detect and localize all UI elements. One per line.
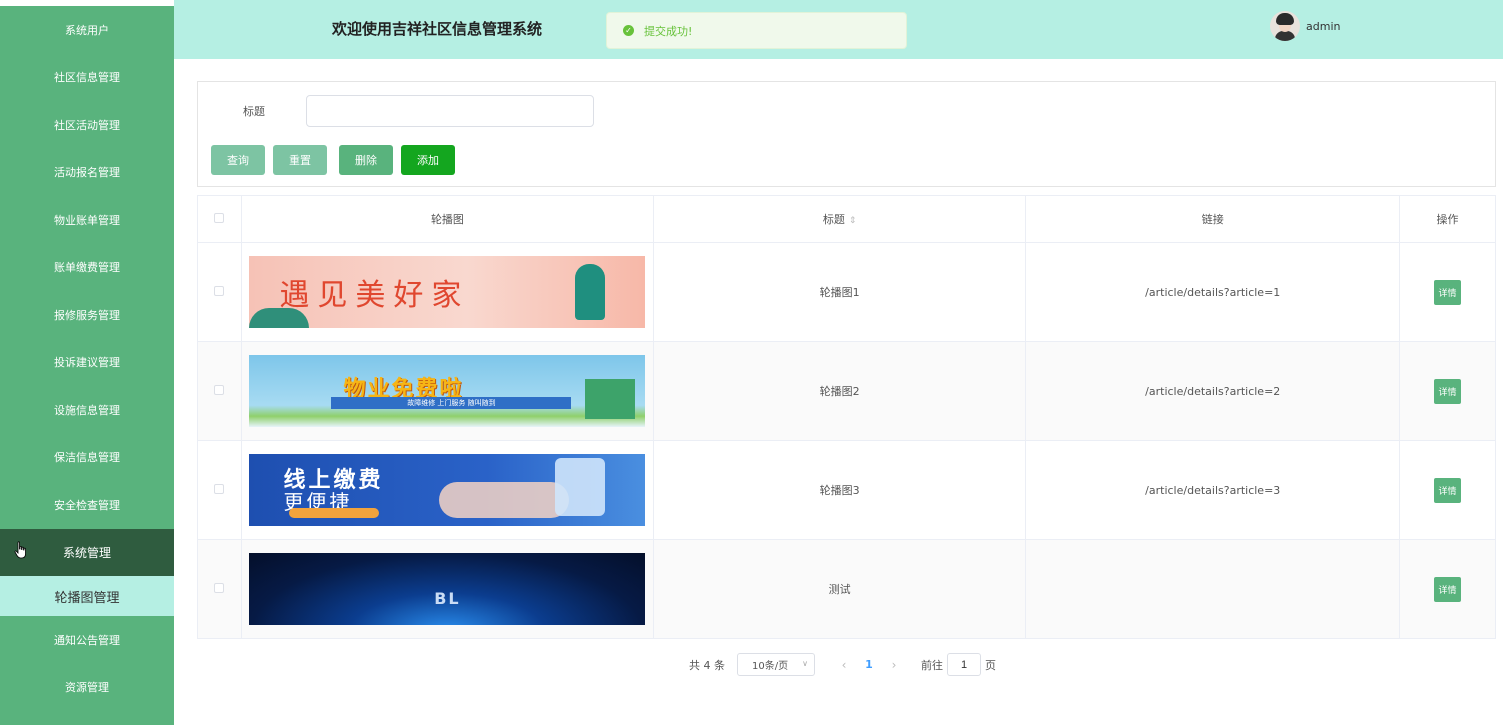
sidebar-item-facility[interactable]: 设施信息管理	[0, 386, 174, 434]
table-row: 线上缴费 更便捷 轮播图3 /article/details?article=3…	[197, 440, 1496, 540]
sidebar-item-bill-payment[interactable]: 账单缴费管理	[0, 244, 174, 292]
select-all-cell	[197, 195, 242, 243]
username: admin	[1306, 19, 1341, 33]
sidebar-item-activity-signup[interactable]: 活动报名管理	[0, 149, 174, 197]
next-page-icon[interactable]: ›	[879, 658, 909, 672]
detail-button[interactable]: 详情	[1434, 576, 1462, 602]
select-all-checkbox[interactable]	[214, 212, 225, 223]
column-header-action: 操作	[1399, 195, 1496, 243]
row-link: /article/details?article=2	[1025, 341, 1401, 441]
row-checkbox[interactable]	[214, 483, 225, 494]
user-menu[interactable]: admin	[1270, 11, 1340, 41]
title-field-label: 标题	[243, 105, 265, 118]
delete-button[interactable]: 删除	[339, 145, 393, 175]
carousel-table: 轮播图 标题 ⇕ 链接 操作 遇见美好家 轮播图1 /article/detail…	[197, 195, 1496, 639]
carousel-image: 遇见美好家	[249, 256, 646, 328]
column-header-title[interactable]: 标题 ⇕	[652, 195, 1027, 243]
row-title: 轮播图1	[652, 242, 1027, 342]
carousel-image: 物业免费啦 故障维修 上门服务 随叫随到	[249, 355, 646, 427]
sidebar-item-property-bill[interactable]: 物业账单管理	[0, 196, 174, 244]
sidebar-item-users[interactable]: 系统用户	[0, 6, 174, 54]
goto-label: 前往	[921, 658, 943, 672]
query-button[interactable]: 查询	[211, 145, 265, 175]
sidebar-subitem-carousel[interactable]: 轮播图管理	[0, 576, 174, 616]
goto-page-input[interactable]	[947, 653, 981, 676]
avatar	[1270, 11, 1300, 41]
sidebar-item-cleaning[interactable]: 保洁信息管理	[0, 434, 174, 482]
page-size-select[interactable]: 10条/页 ∨	[737, 653, 815, 676]
table-row: 遇见美好家 轮播图1 /article/details?article=1 详情	[197, 242, 1496, 342]
table-row: BL 测试 详情	[197, 539, 1496, 639]
sidebar-item-notice[interactable]: 通知公告管理	[0, 616, 174, 664]
banner-text: BL	[434, 588, 461, 608]
sidebar-item-complaint[interactable]: 投诉建议管理	[0, 339, 174, 387]
success-toast: ✓ 提交成功!	[606, 12, 907, 49]
table-header-row: 轮播图 标题 ⇕ 链接 操作	[197, 195, 1496, 243]
row-title: 测试	[652, 539, 1027, 639]
detail-button[interactable]: 详情	[1434, 279, 1462, 305]
detail-button[interactable]: 详情	[1434, 477, 1462, 503]
row-checkbox[interactable]	[214, 285, 225, 296]
banner-subtext: 故障维修 上门服务 随叫随到	[331, 397, 572, 409]
title-search-input[interactable]	[306, 95, 594, 127]
page-number[interactable]: 1	[859, 658, 879, 671]
carousel-image: BL	[249, 553, 646, 625]
column-header-image: 轮播图	[240, 195, 654, 243]
sidebar-item-repair-service[interactable]: 报修服务管理	[0, 291, 174, 339]
carousel-image: 线上缴费 更便捷	[249, 454, 646, 526]
chevron-down-icon: ∨	[802, 659, 808, 668]
reset-button[interactable]: 重置	[273, 145, 327, 175]
sidebar: 系统用户 社区信息管理 社区活动管理 活动报名管理 物业账单管理 账单缴费管理 …	[0, 6, 174, 725]
hand-cursor-icon	[14, 540, 26, 558]
toast-message: 提交成功!	[644, 24, 693, 38]
row-checkbox[interactable]	[214, 384, 225, 395]
top-header: 欢迎使用吉祥社区信息管理系统 ✓ 提交成功! admin	[174, 0, 1503, 59]
sidebar-item-system[interactable]: 系统管理	[0, 528, 174, 576]
add-button[interactable]: 添加	[401, 145, 455, 175]
row-title: 轮播图3	[652, 440, 1027, 540]
table-row: 物业免费啦 故障维修 上门服务 随叫随到 轮播图2 /article/detai…	[197, 341, 1496, 441]
row-link: /article/details?article=1	[1025, 242, 1401, 342]
sidebar-item-resource[interactable]: 资源管理	[0, 664, 174, 712]
column-header-link: 链接	[1025, 195, 1401, 243]
app-title: 欢迎使用吉祥社区信息管理系统	[332, 20, 543, 38]
detail-button[interactable]: 详情	[1434, 378, 1462, 404]
banner-text: 遇见美好家	[279, 278, 470, 313]
total-count: 共 4 条	[689, 658, 725, 672]
row-link: /article/details?article=3	[1025, 440, 1401, 540]
search-panel: 标题 查询 重置 删除 添加	[197, 81, 1496, 187]
sidebar-item-community-info[interactable]: 社区信息管理	[0, 54, 174, 102]
page-unit-label: 页	[985, 658, 996, 672]
check-circle-icon: ✓	[623, 25, 634, 36]
sidebar-item-community-activity[interactable]: 社区活动管理	[0, 101, 174, 149]
pagination: 共 4 条 10条/页 ∨ ‹ 1 › 前往 页	[689, 653, 996, 676]
row-title: 轮播图2	[652, 341, 1027, 441]
row-link	[1025, 539, 1401, 639]
prev-page-icon[interactable]: ‹	[829, 658, 859, 672]
sort-icon[interactable]: ⇕	[849, 216, 857, 226]
row-checkbox[interactable]	[214, 582, 225, 593]
sidebar-item-safety-check[interactable]: 安全检查管理	[0, 481, 174, 529]
